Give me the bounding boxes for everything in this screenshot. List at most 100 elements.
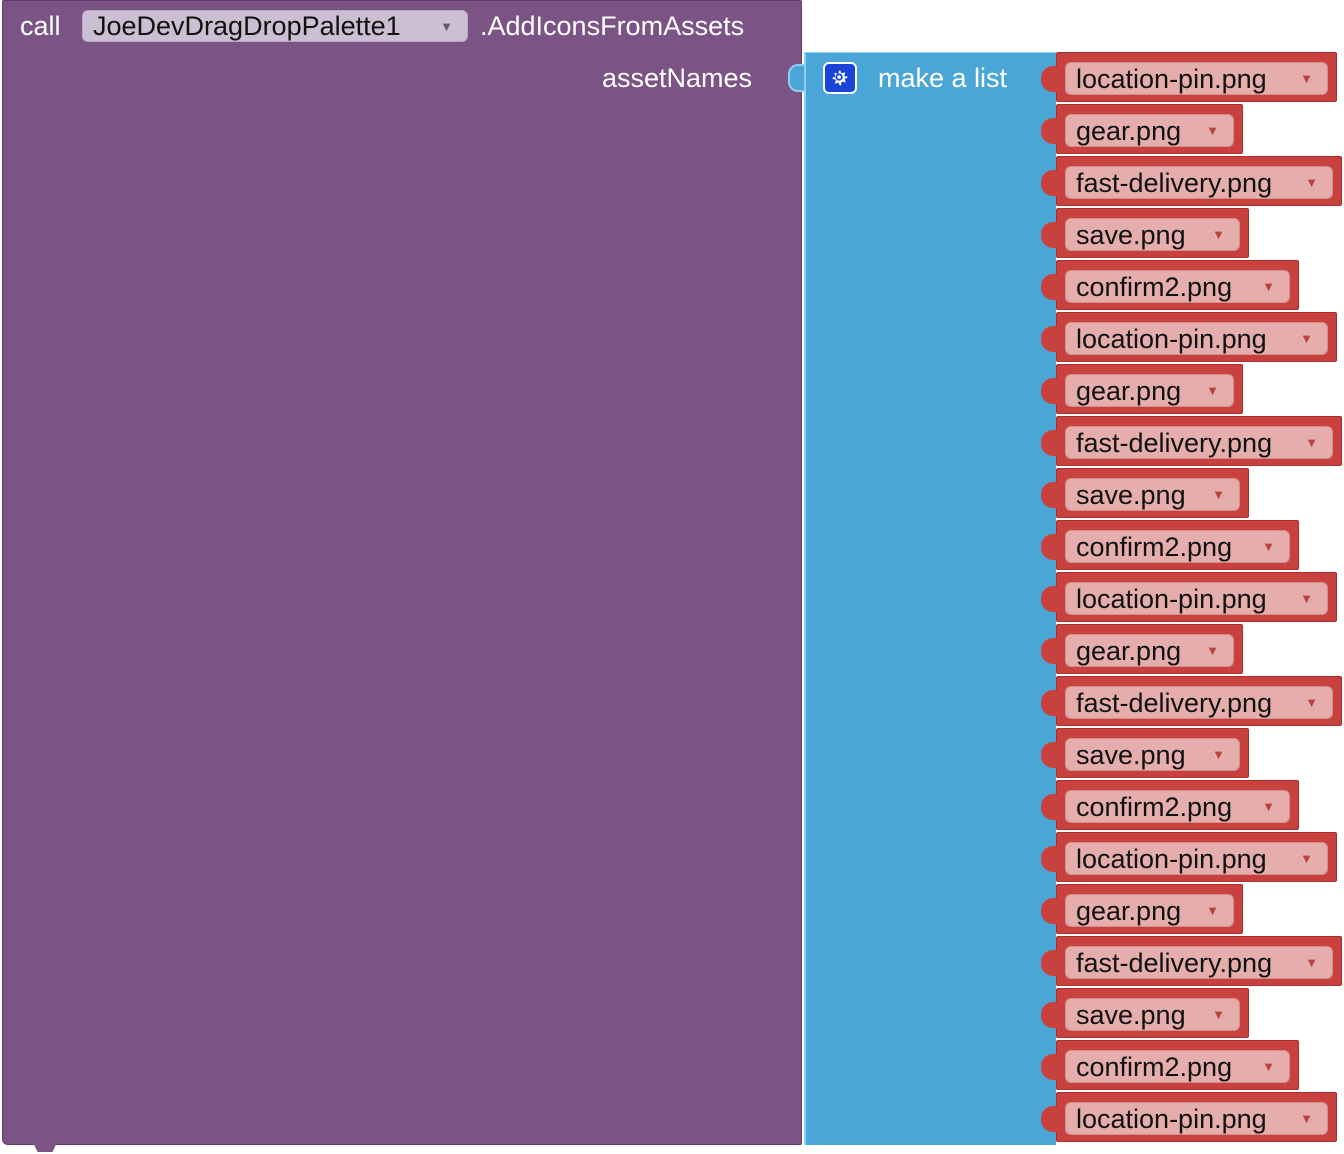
block-output-plug [1041, 638, 1059, 664]
asset-dropdown[interactable]: save.png ▼ [1065, 998, 1240, 1031]
asset-dropdown[interactable]: gear.png ▼ [1065, 114, 1234, 147]
block-output-plug [1041, 1106, 1059, 1132]
chevron-down-icon: ▼ [1212, 227, 1225, 242]
chevron-down-icon: ▼ [1206, 903, 1219, 918]
block-output-plug [1041, 1054, 1059, 1080]
text-block[interactable]: fast-delivery.png ▼ [1041, 416, 1342, 466]
gear-icon[interactable] [823, 62, 857, 94]
call-keyword: call [20, 11, 61, 41]
text-block[interactable]: gear.png ▼ [1041, 104, 1243, 154]
chevron-down-icon: ▼ [1305, 175, 1318, 190]
text-block[interactable]: location-pin.png ▼ [1041, 1092, 1337, 1142]
asset-dropdown-value: confirm2.png [1076, 1052, 1233, 1082]
asset-dropdown-value: confirm2.png [1076, 792, 1233, 822]
text-block[interactable]: gear.png ▼ [1041, 884, 1243, 934]
asset-dropdown[interactable]: confirm2.png ▼ [1065, 1050, 1290, 1083]
asset-dropdown[interactable]: gear.png ▼ [1065, 634, 1234, 667]
component-dropdown-value: JoeDevDragDropPalette1 [93, 11, 401, 41]
asset-dropdown[interactable]: save.png ▼ [1065, 478, 1240, 511]
asset-dropdown[interactable]: gear.png ▼ [1065, 894, 1234, 927]
component-dropdown[interactable]: JoeDevDragDropPalette1 ▼ [82, 10, 468, 42]
chevron-down-icon: ▼ [1305, 435, 1318, 450]
method-call-block[interactable] [2, 0, 802, 1145]
asset-dropdown-value: fast-delivery.png [1076, 688, 1273, 718]
block-output-plug [1041, 378, 1059, 404]
chevron-down-icon: ▼ [1212, 747, 1225, 762]
chevron-down-icon: ▼ [1262, 799, 1275, 814]
make-a-list-label: make a list [878, 63, 1008, 93]
asset-dropdown-value: gear.png [1076, 636, 1182, 666]
text-block[interactable]: gear.png ▼ [1041, 624, 1243, 674]
asset-dropdown-value: save.png [1076, 220, 1186, 250]
chevron-down-icon: ▼ [1206, 383, 1219, 398]
asset-dropdown[interactable]: location-pin.png ▼ [1065, 62, 1328, 95]
chevron-down-icon: ▼ [1262, 539, 1275, 554]
block-output-plug [1041, 430, 1059, 456]
asset-dropdown-value: location-pin.png [1076, 584, 1267, 614]
asset-dropdown-value: save.png [1076, 1000, 1186, 1030]
text-block[interactable]: gear.png ▼ [1041, 364, 1243, 414]
asset-dropdown-value: location-pin.png [1076, 844, 1267, 874]
asset-dropdown[interactable]: confirm2.png ▼ [1065, 790, 1290, 823]
text-block[interactable]: fast-delivery.png ▼ [1041, 156, 1342, 206]
asset-dropdown[interactable]: fast-delivery.png ▼ [1065, 426, 1333, 459]
chevron-down-icon: ▼ [1300, 331, 1313, 346]
asset-dropdown[interactable]: confirm2.png ▼ [1065, 530, 1290, 563]
text-block[interactable]: save.png ▼ [1041, 208, 1249, 258]
asset-dropdown-value: fast-delivery.png [1076, 948, 1273, 978]
asset-dropdown-value: location-pin.png [1076, 324, 1267, 354]
block-output-plug [1041, 742, 1059, 768]
chevron-down-icon: ▼ [1300, 591, 1313, 606]
text-block[interactable]: confirm2.png ▼ [1041, 1040, 1299, 1090]
block-output-plug [1041, 222, 1059, 248]
text-block[interactable]: location-pin.png ▼ [1041, 312, 1337, 362]
asset-dropdown[interactable]: fast-delivery.png ▼ [1065, 946, 1333, 979]
chevron-down-icon: ▼ [440, 19, 453, 34]
make-a-list-block[interactable] [804, 52, 1056, 1145]
asset-dropdown[interactable]: confirm2.png ▼ [1065, 270, 1290, 303]
text-block[interactable]: location-pin.png ▼ [1041, 52, 1337, 102]
text-block[interactable]: fast-delivery.png ▼ [1041, 676, 1342, 726]
block-output-plug [1041, 1002, 1059, 1028]
method-name: .AddIconsFromAssets [480, 11, 745, 41]
block-output-plug [1041, 274, 1059, 300]
chevron-down-icon: ▼ [1305, 695, 1318, 710]
block-output-plug [1041, 794, 1059, 820]
chevron-down-icon: ▼ [1212, 1007, 1225, 1022]
asset-dropdown[interactable]: location-pin.png ▼ [1065, 842, 1328, 875]
block-output-plug [1041, 170, 1059, 196]
asset-dropdown[interactable]: location-pin.png ▼ [1065, 1102, 1328, 1135]
asset-dropdown-value: confirm2.png [1076, 272, 1233, 302]
text-block[interactable]: location-pin.png ▼ [1041, 832, 1337, 882]
block-output-plug [1041, 534, 1059, 560]
asset-dropdown-value: save.png [1076, 480, 1186, 510]
text-block[interactable]: location-pin.png ▼ [1041, 572, 1337, 622]
chevron-down-icon: ▼ [1262, 279, 1275, 294]
asset-dropdown[interactable]: gear.png ▼ [1065, 374, 1234, 407]
asset-dropdown[interactable]: fast-delivery.png ▼ [1065, 166, 1333, 199]
block-output-plug [1041, 66, 1059, 92]
asset-dropdown-value: location-pin.png [1076, 1104, 1267, 1134]
text-block[interactable]: save.png ▼ [1041, 728, 1249, 778]
text-block[interactable]: save.png ▼ [1041, 988, 1249, 1038]
block-output-plug [1041, 482, 1059, 508]
text-block[interactable]: confirm2.png ▼ [1041, 520, 1299, 570]
text-block[interactable]: confirm2.png ▼ [1041, 780, 1299, 830]
text-block[interactable]: confirm2.png ▼ [1041, 260, 1299, 310]
asset-dropdown[interactable]: fast-delivery.png ▼ [1065, 686, 1333, 719]
block-output-plug [1041, 326, 1059, 352]
block-output-plug [1041, 586, 1059, 612]
asset-dropdown-value: fast-delivery.png [1076, 168, 1273, 198]
block-output-plug [1041, 118, 1059, 144]
asset-dropdown-value: save.png [1076, 740, 1186, 770]
chevron-down-icon: ▼ [1300, 851, 1313, 866]
asset-dropdown[interactable]: location-pin.png ▼ [1065, 322, 1328, 355]
asset-dropdown[interactable]: location-pin.png ▼ [1065, 582, 1328, 615]
block-output-plug [1041, 690, 1059, 716]
asset-dropdown[interactable]: save.png ▼ [1065, 218, 1240, 251]
asset-dropdown[interactable]: save.png ▼ [1065, 738, 1240, 771]
text-block[interactable]: save.png ▼ [1041, 468, 1249, 518]
block-output-plug [1041, 950, 1059, 976]
text-block[interactable]: fast-delivery.png ▼ [1041, 936, 1342, 986]
asset-dropdown-value: gear.png [1076, 896, 1182, 926]
